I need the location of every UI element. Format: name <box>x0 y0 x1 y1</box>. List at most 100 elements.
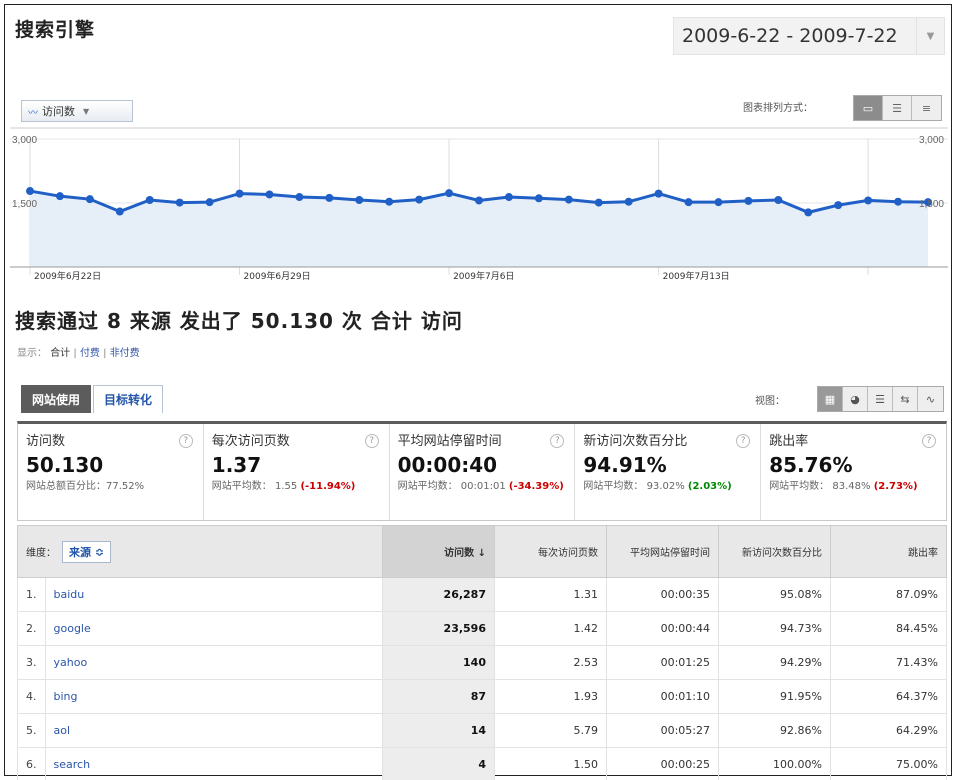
display-mode-label: 视图： <box>755 396 785 407</box>
split-view-icon[interactable]: ☰ <box>883 96 912 120</box>
report-tabs: 网站使用 目标转化 <box>21 385 164 413</box>
dimension-selector[interactable]: 来源 ≎ <box>62 540 112 563</box>
data-point <box>295 193 304 202</box>
scorecard-value: 94.91% <box>583 453 667 477</box>
help-icon[interactable]: ? <box>178 434 193 448</box>
list-view-icon[interactable]: ≡ <box>912 96 941 120</box>
performance-view-icon[interactable]: ☰ <box>868 387 893 411</box>
table-view-icon[interactable]: ▦ <box>818 387 843 411</box>
show-all-option[interactable]: 合计 <box>50 348 70 359</box>
source-link[interactable]: aol <box>44 713 383 748</box>
data-point <box>415 195 424 204</box>
row-index: 3. <box>17 645 46 680</box>
cell-pages-per-visit: 1.50 <box>494 747 607 780</box>
chevron-down-icon[interactable]: ▼ <box>916 18 944 54</box>
scorecard-site-avg: 网站平均数： 1.55 <box>211 481 298 492</box>
col-pages-per-visit[interactable]: 每次访问页数 <box>494 525 607 578</box>
cell-bounce-rate: 75.00% <box>830 747 947 780</box>
y-tick-label-left: 3,000 <box>12 135 37 146</box>
scorecard-sub: 网站平均数： 1.55 (-11.94%) <box>212 480 381 494</box>
cell-new-visits-pct: 94.73% <box>718 611 831 646</box>
col-visits[interactable]: 访问数 ↓ <box>382 525 495 578</box>
cell-new-visits-pct: 91.95% <box>718 679 831 714</box>
cell-new-visits-pct: 92.86% <box>718 713 831 748</box>
metric-selector[interactable]: 〰 访问数 ▼ <box>21 100 133 122</box>
visits-line-chart: 3,000 3,000 1,500 1,500 2009年6月22日 2009年6月29日… <box>10 127 948 287</box>
data-point <box>834 201 843 210</box>
source-link[interactable]: baidu <box>44 577 383 612</box>
source-link[interactable]: google <box>44 611 383 646</box>
summary-heading: 搜索通过 8 来源 发出了 50.130 次 合计 访问 <box>15 309 463 333</box>
scorecard-change: (2.73%) <box>873 481 918 492</box>
scorecard-sub: 网站平均数： 00:01:01 (-34.39%) <box>398 480 567 494</box>
tab-site-usage[interactable]: 网站使用 <box>21 385 92 413</box>
cell-avg-time: 00:05:27 <box>606 713 719 748</box>
data-point <box>115 207 124 216</box>
scorecard-change: (-11.94%) <box>300 481 356 492</box>
data-point <box>534 194 543 203</box>
data-point <box>355 196 364 205</box>
cell-avg-time: 00:00:35 <box>606 577 719 612</box>
x-tick-label: 2009年7月6日 <box>453 270 514 282</box>
tab-goal-conversion[interactable]: 目标转化 <box>93 385 164 413</box>
row-index: 4. <box>17 679 46 714</box>
show-paid-link[interactable]: 付费 <box>80 348 100 359</box>
data-point <box>265 190 274 199</box>
cell-avg-time: 00:00:25 <box>606 747 719 780</box>
scorecard-site-avg: 网站平均数： 93.02% <box>583 481 685 492</box>
cell-new-visits-pct: 94.29% <box>718 645 831 680</box>
y-tick-label-right: 1,500 <box>919 199 944 210</box>
help-icon[interactable]: ? <box>364 434 379 448</box>
scorecard-label: 访问数 <box>26 434 66 449</box>
page-title: 搜索引擎 <box>15 19 96 41</box>
data-point <box>594 198 603 207</box>
table-row: 6. search 4 1.50 00:00:25 100.00% 75.00% <box>17 747 947 780</box>
row-index: 6. <box>17 747 46 780</box>
scorecard-label: 新访问次数百分比 <box>583 434 688 449</box>
col-new-visits-pct[interactable]: 新访问次数百分比 <box>718 525 831 578</box>
col-avg-time[interactable]: 平均网站停留时间 <box>606 525 719 578</box>
show-nonpaid-link[interactable]: 非付费 <box>110 348 140 359</box>
table-row: 4. bing 87 1.93 00:01:10 91.95% 64.37% <box>17 679 947 714</box>
data-point <box>26 187 34 196</box>
dimension-label: 维度： <box>26 548 56 559</box>
comparison-view-icon[interactable]: ⇆ <box>893 387 918 411</box>
data-point <box>564 195 573 204</box>
table-row: 3. yahoo 140 2.53 00:01:25 94.29% 71.43% <box>17 645 947 680</box>
row-index: 2. <box>17 611 46 646</box>
x-tick-label: 2009年6月22日 <box>34 270 101 282</box>
cell-visits: 140 <box>382 645 495 680</box>
data-point <box>145 196 154 205</box>
separator: | <box>73 348 77 359</box>
data-point <box>325 193 334 202</box>
help-icon[interactable]: ? <box>921 434 936 448</box>
cell-bounce-rate: 64.37% <box>830 679 947 714</box>
table-row: 1. baidu 26,287 1.31 00:00:35 95.08% 87.… <box>17 577 947 612</box>
cell-bounce-rate: 84.45% <box>830 611 947 646</box>
source-link[interactable]: bing <box>44 679 383 714</box>
cell-bounce-rate: 71.43% <box>830 645 947 680</box>
cell-pages-per-visit: 1.42 <box>494 611 607 646</box>
y-tick-label-left: 1,500 <box>12 199 37 210</box>
cell-pages-per-visit: 5.79 <box>494 713 607 748</box>
data-point <box>385 197 394 206</box>
pivot-view-icon[interactable]: ∿ <box>918 387 943 411</box>
source-link[interactable]: yahoo <box>44 645 383 680</box>
date-range-picker[interactable]: 2009-6-22 - 2009-7-22 ▼ <box>673 17 945 55</box>
scorecard-sub: 网站平均数： 93.02% (2.03%) <box>583 480 752 494</box>
data-point <box>205 198 214 207</box>
cell-new-visits-pct: 95.08% <box>718 577 831 612</box>
scorecards: 访问数 ? 50.130 网站总额百分比：77.52% 每次访问页数 ? 1.3… <box>17 421 947 521</box>
cell-avg-time: 00:01:25 <box>606 645 719 680</box>
cell-visits: 87 <box>382 679 495 714</box>
source-link[interactable]: search <box>44 747 383 780</box>
col-bounce-rate[interactable]: 跳出率 <box>830 525 947 578</box>
y-tick-label-right: 3,000 <box>919 135 944 146</box>
data-point <box>445 189 454 198</box>
data-point <box>475 196 483 205</box>
single-chart-view-icon[interactable]: ▭ <box>854 96 883 120</box>
cell-visits: 26,287 <box>382 577 495 612</box>
pie-view-icon[interactable]: ◕ <box>843 387 868 411</box>
scorecard-bounce-rate: 跳出率 ? 85.76% 网站平均数： 83.48% (2.73%) <box>761 424 946 520</box>
display-mode-buttons: ▦ ◕ ☰ ⇆ ∿ <box>817 386 944 412</box>
